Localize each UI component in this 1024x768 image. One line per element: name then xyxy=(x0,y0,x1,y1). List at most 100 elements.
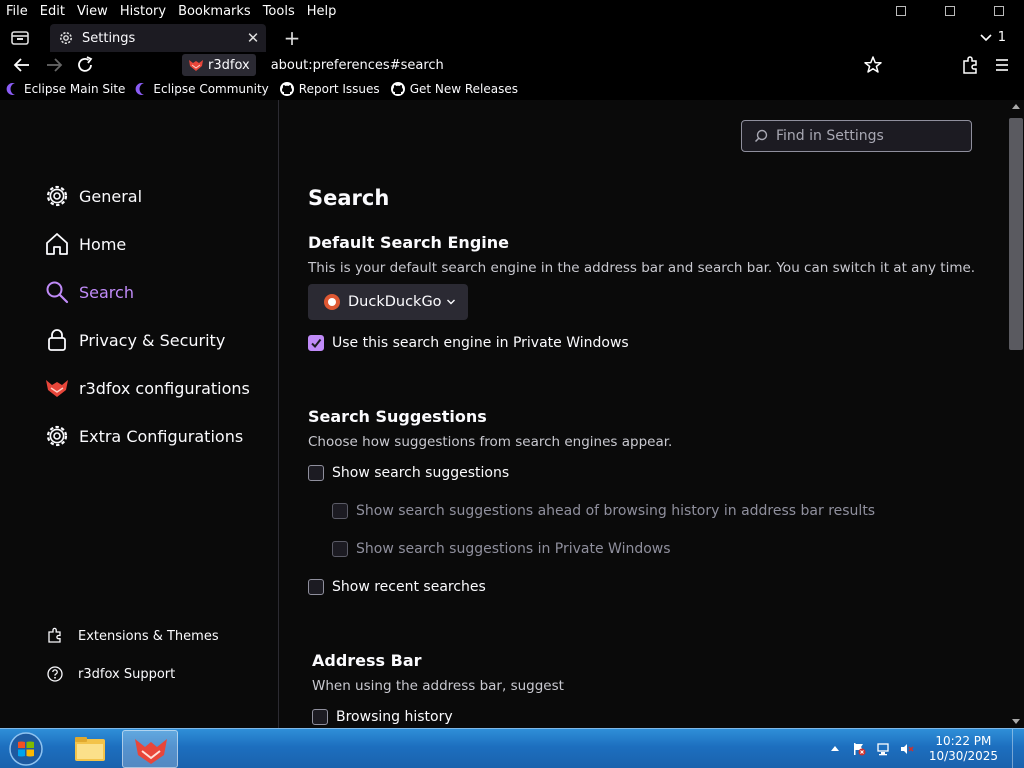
scrollbar-thumb[interactable] xyxy=(1009,118,1023,350)
tab-settings[interactable]: Settings ✕ xyxy=(50,24,266,52)
checkbox-unchecked[interactable] xyxy=(312,709,328,725)
taskbar-clock[interactable]: 10:22 PM 10/30/2025 xyxy=(929,734,998,764)
find-in-settings-box xyxy=(741,120,972,152)
menu-history[interactable]: History xyxy=(114,4,172,19)
start-button[interactable] xyxy=(4,730,48,768)
hamburger-menu-icon xyxy=(996,59,1008,71)
chevron-down-icon xyxy=(446,299,455,305)
bookmark-star-button[interactable] xyxy=(862,54,886,76)
home-icon xyxy=(46,233,68,255)
scroll-down-arrow-icon[interactable] xyxy=(1012,719,1020,724)
minimize-button[interactable] xyxy=(877,0,926,22)
minimize-icon xyxy=(896,6,906,16)
page-scrollbar[interactable] xyxy=(1008,100,1024,728)
chevron-down-icon xyxy=(980,33,992,41)
extensions-themes-link[interactable]: Extensions & Themes xyxy=(46,626,219,646)
star-icon xyxy=(864,56,882,73)
close-tab-icon[interactable]: ✕ xyxy=(242,29,264,47)
r3dfox-icon xyxy=(46,380,68,397)
r3dfox-icon xyxy=(135,739,167,764)
lock-icon xyxy=(48,329,66,351)
menu-edit[interactable]: Edit xyxy=(34,4,71,19)
default-engine-dropdown[interactable]: DuckDuckGo xyxy=(308,284,468,320)
checkbox-unchecked[interactable] xyxy=(308,465,324,481)
action-center-flag-icon[interactable] xyxy=(851,741,867,757)
menu-bookmarks[interactable]: Bookmarks xyxy=(172,4,257,19)
system-tray: 10:22 PM 10/30/2025 xyxy=(823,729,1024,768)
category-search[interactable]: Search xyxy=(44,276,134,308)
show-search-suggestions-checkbox[interactable]: Show search suggestions xyxy=(308,465,509,481)
forward-button[interactable] xyxy=(43,55,65,75)
r3dfox-icon xyxy=(189,60,203,71)
list-all-tabs-button[interactable]: 1 xyxy=(980,30,1006,45)
find-in-settings-input[interactable] xyxy=(776,128,966,144)
eclipse-icon xyxy=(136,83,145,95)
extensions-button[interactable] xyxy=(959,55,981,75)
suggestions-ahead-of-history-checkbox[interactable]: Show search suggestions ahead of browsin… xyxy=(332,503,875,519)
menu-file[interactable]: File xyxy=(0,4,34,19)
scroll-up-arrow-icon[interactable] xyxy=(1012,104,1020,109)
bookmark-eclipse-community[interactable]: Eclipse Community xyxy=(135,82,269,96)
checkbox-unchecked[interactable] xyxy=(308,579,324,595)
checkbox-checked[interactable] xyxy=(308,335,324,351)
maximize-button[interactable] xyxy=(926,0,975,22)
support-link[interactable]: r3dfox Support xyxy=(46,664,175,684)
firefox-view-button[interactable] xyxy=(10,29,30,47)
folder-icon xyxy=(75,737,105,761)
menu-help[interactable]: Help xyxy=(301,4,343,19)
network-icon[interactable] xyxy=(875,741,891,757)
checkbox-unchecked[interactable] xyxy=(332,503,348,519)
taskbar-r3dfox[interactable] xyxy=(122,730,178,768)
clock-date: 10/30/2025 xyxy=(928,749,998,763)
checkbox-unchecked[interactable] xyxy=(332,541,348,557)
url-text[interactable]: about:preferences#search xyxy=(271,58,862,73)
bookmark-get-new-releases[interactable]: Get New Releases xyxy=(390,81,518,97)
private-windows-engine-checkbox[interactable]: Use this search engine in Private Window… xyxy=(308,335,629,351)
category-general[interactable]: General xyxy=(44,180,142,212)
bookmark-report-issues[interactable]: Report Issues xyxy=(279,81,380,97)
category-privacy-security[interactable]: Privacy & Security xyxy=(44,324,225,356)
bookmarks-toolbar: Eclipse Main Site Eclipse Community Repo… xyxy=(0,78,1024,100)
back-arrow-icon xyxy=(13,58,29,72)
identity-box[interactable]: r3dfox xyxy=(182,54,256,76)
windows-taskbar: 10:22 PM 10/30/2025 xyxy=(0,728,1024,768)
navigation-bar: r3dfox about:preferences#search xyxy=(0,52,1024,78)
reload-button[interactable] xyxy=(75,55,97,75)
category-r3dfox-configurations[interactable]: r3dfox configurations xyxy=(44,372,250,404)
category-label: General xyxy=(79,186,143,206)
tab-bar: Settings ✕ + 1 xyxy=(0,24,1024,52)
category-extra-configurations[interactable]: Extra Configurations xyxy=(44,420,243,452)
search-icon xyxy=(46,281,69,304)
gear-icon xyxy=(46,185,68,207)
show-hidden-icons-icon[interactable] xyxy=(827,741,843,757)
suggestions-private-windows-checkbox[interactable]: Show search suggestions in Private Windo… xyxy=(332,541,671,557)
menu-tools[interactable]: Tools xyxy=(257,4,301,19)
category-label: Extra Configurations xyxy=(79,426,244,446)
search-icon xyxy=(754,129,768,143)
category-home[interactable]: Home xyxy=(44,228,126,260)
browsing-history-checkbox[interactable]: Browsing history xyxy=(312,709,453,725)
volume-muted-icon[interactable] xyxy=(899,741,915,757)
url-bar[interactable]: r3dfox about:preferences#search xyxy=(180,53,886,77)
app-menu-button[interactable] xyxy=(991,55,1013,75)
taskbar-file-explorer[interactable] xyxy=(62,730,118,768)
category-label: Home xyxy=(79,234,127,254)
back-button[interactable] xyxy=(11,55,33,75)
settings-page: General Home Search Privacy & Security r… xyxy=(0,100,1008,728)
eclipse-icon xyxy=(6,83,15,95)
close-window-icon xyxy=(994,6,1004,16)
checkmark-icon xyxy=(311,338,322,349)
show-desktop-button[interactable] xyxy=(1012,729,1024,768)
maximize-icon xyxy=(945,6,955,16)
bookmark-eclipse-main-site[interactable]: Eclipse Main Site xyxy=(6,82,125,96)
show-recent-searches-checkbox[interactable]: Show recent searches xyxy=(308,579,486,595)
category-label: Search xyxy=(79,282,134,302)
selected-engine-label: DuckDuckGo xyxy=(348,294,442,310)
close-window-button[interactable] xyxy=(975,0,1024,22)
menu-bar: File Edit View History Bookmarks Tools H… xyxy=(0,0,1024,22)
puzzle-icon xyxy=(963,56,977,74)
clock-time: 10:22 PM xyxy=(935,734,992,748)
identity-label: r3dfox xyxy=(208,57,250,73)
new-tab-button[interactable]: + xyxy=(282,26,302,50)
menu-view[interactable]: View xyxy=(71,4,114,19)
